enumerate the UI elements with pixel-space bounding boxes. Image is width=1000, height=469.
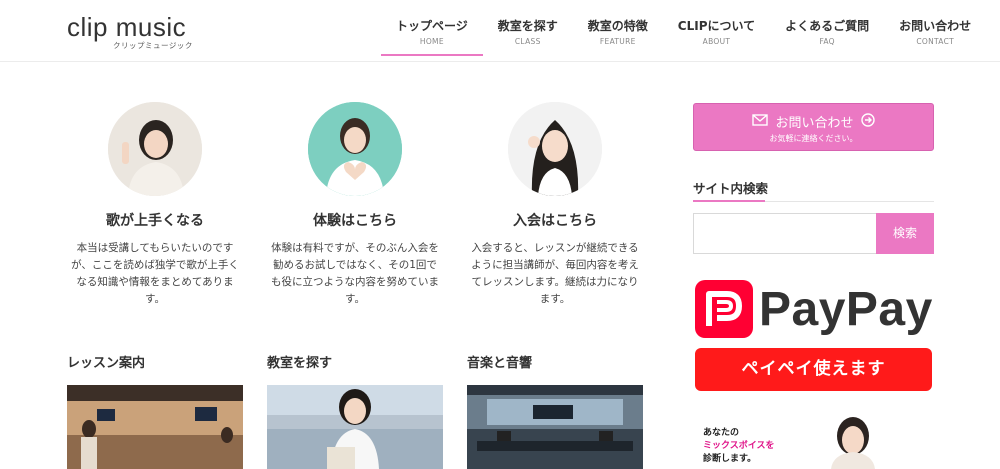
feature-card-join: 入会はこちら 入会すると、レッスンが継続できる ように担当講師が、毎回内容を考え… — [465, 102, 645, 308]
feature-photo[interactable] — [508, 102, 602, 196]
paypay-accepted-label: ペイペイ使えます — [695, 348, 932, 391]
nav-item-home[interactable]: トップページ HOME — [381, 0, 483, 56]
search-widget-title: サイト内検索 — [693, 181, 769, 196]
music-thumbnail[interactable] — [467, 385, 643, 469]
main-nav: トップページ HOME 教室を探す CLASS 教室の特徴 FEATURE CL… — [381, 0, 986, 56]
nav-label: 教室の特徴 — [587, 19, 648, 33]
section-title-lesson: レッスン案内 — [67, 356, 146, 371]
mail-icon — [752, 113, 769, 130]
feature-title: 入会はこちら — [513, 213, 597, 229]
nav-label: 教室を探す — [497, 19, 558, 33]
feature-title: 体験はこちら — [313, 213, 397, 229]
ad-text: あなたの ミックスボイスを 診断します。 — [703, 427, 774, 466]
arrow-circle-icon — [860, 112, 875, 131]
nav-label: トップページ — [396, 19, 468, 33]
feature-line: 本当は受講してもらいたいのです — [76, 242, 234, 254]
woman-heart-photo-icon — [308, 102, 402, 196]
nav-item-about[interactable]: CLIPについて ABOUT — [663, 0, 770, 56]
section-title-music: 音楽と音響 — [467, 356, 533, 371]
contact-sublabel: お気軽に連絡ください。 — [769, 134, 858, 143]
nav-sublabel: FAQ — [819, 37, 835, 46]
recording-studio-photo-icon — [467, 385, 643, 469]
feature-line: す。 — [145, 293, 165, 305]
nav-item-contact[interactable]: お問い合わせ CONTACT — [884, 0, 986, 56]
city-student-photo-icon — [267, 385, 443, 469]
nav-item-faq[interactable]: よくあるご質問 FAQ — [770, 0, 884, 56]
ad-line: ミックスボイスを — [703, 441, 775, 451]
feature-line: 勧めるお試しではなく、その1回で — [273, 259, 437, 271]
paypay-banner[interactable]: PayPay ペイペイ使えます — [693, 276, 934, 392]
feature-line: も役に立つような内容を努めていま — [271, 276, 439, 288]
ad-line: あなたの — [703, 428, 740, 438]
feature-line: ます。 — [539, 293, 571, 305]
nav-item-class[interactable]: 教室を探す CLASS — [483, 0, 573, 56]
studio-room-photo-icon — [67, 385, 243, 469]
ad-line: 診断します。 — [703, 454, 757, 464]
paypay-logo-icon — [695, 280, 753, 338]
nav-sublabel: CONTACT — [916, 37, 955, 46]
feature-line: が、ここを読めば独学で歌が上手く — [71, 259, 239, 271]
section-title-class: 教室を探す — [267, 356, 333, 371]
feature-card-sing: 歌が上手くなる 本当は受講してもらいたいのです が、ここを読めば独学で歌が上手く… — [65, 102, 245, 308]
nav-label: CLIPについて — [677, 19, 756, 33]
lesson-thumbnail[interactable] — [67, 385, 243, 469]
woman-photo-icon — [108, 102, 202, 196]
feature-line: 入会すると、レッスンが継続できる — [471, 242, 639, 254]
feature-description: 本当は受講してもらいたいのです が、ここを読めば独学で歌が上手く なる知識や情報… — [65, 240, 245, 308]
feature-card-trial: 体験はこちら 体験は有料ですが、そのぶん入会を 勧めるお試しではなく、その1回で… — [265, 102, 445, 308]
site-logo[interactable]: clip music クリップミュージック — [67, 14, 193, 51]
feature-line: す。 — [345, 293, 365, 305]
nav-sublabel: HOME — [419, 37, 444, 46]
paypay-wordmark: PayPay — [759, 283, 933, 336]
nav-item-feature[interactable]: 教室の特徴 FEATURE — [573, 0, 663, 56]
nav-sublabel: CLASS — [514, 37, 541, 46]
feature-description: 体験は有料ですが、そのぶん入会を 勧めるお試しではなく、その1回で も役に立つよ… — [265, 240, 445, 308]
feature-line: てレッスンします。継続は力になり — [471, 276, 639, 288]
contact-button[interactable]: お問い合わせ お気軽に連絡ください。 — [693, 103, 934, 151]
woman-ok-photo-icon — [508, 102, 602, 196]
feature-title: 歌が上手くなる — [106, 213, 204, 229]
feature-line: なる知識や情報をまとめてありま — [76, 276, 234, 288]
divider-accent — [693, 200, 765, 202]
logo-text: clip music — [67, 12, 187, 42]
feature-photo[interactable] — [108, 102, 202, 196]
nav-sublabel: FEATURE — [599, 37, 636, 46]
search-button[interactable]: 検索 — [876, 213, 934, 254]
contact-label: お問い合わせ — [775, 116, 854, 131]
feature-line: 体験は有料ですが、そのぶん入会を — [271, 242, 439, 254]
nav-sublabel: ABOUT — [702, 37, 731, 46]
site-header: clip music クリップミュージック トップページ HOME 教室を探す … — [0, 0, 1000, 62]
woman-portrait-icon — [831, 417, 875, 469]
feature-line: ように担当講師が、毎回内容を考え — [471, 259, 639, 271]
feature-photo[interactable] — [308, 102, 402, 196]
logo-subtext: クリップミュージック — [113, 41, 193, 50]
mix-voice-ad-banner[interactable]: あなたの ミックスボイスを 診断します。 — [693, 412, 934, 469]
nav-label: お問い合わせ — [899, 19, 972, 33]
search-input[interactable] — [693, 213, 877, 254]
nav-label: よくあるご質問 — [785, 19, 870, 33]
class-thumbnail[interactable] — [267, 385, 443, 469]
feature-description: 入会すると、レッスンが継続できる ように担当講師が、毎回内容を考え てレッスンし… — [465, 240, 645, 308]
